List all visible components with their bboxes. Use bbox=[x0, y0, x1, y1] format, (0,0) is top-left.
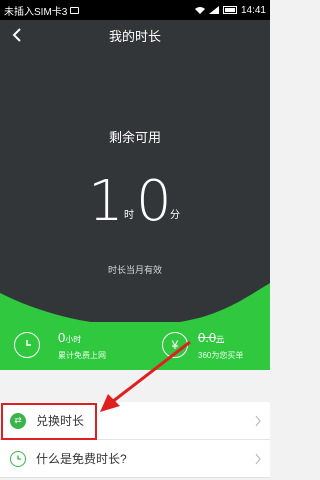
chevron-right-icon bbox=[255, 415, 261, 427]
saved-money-caption: 360为您买单 bbox=[198, 351, 244, 360]
clock-icon bbox=[10, 450, 26, 467]
list-item-label: 兑换时长 bbox=[36, 414, 85, 428]
clock-icon bbox=[14, 332, 40, 358]
list-item-exchange-time[interactable]: ⇄ 兑换时长 bbox=[0, 402, 270, 440]
free-hours-caption: 累计免费上网 bbox=[58, 351, 106, 360]
minutes-unit: 分 bbox=[170, 210, 180, 221]
carrier-text: 未插入SIM卡3 bbox=[4, 6, 68, 18]
hours-unit: 时 bbox=[124, 210, 134, 221]
stats-strip: 0小时 累计免费上网 ¥ 0.0元 360为您买单 bbox=[0, 322, 270, 370]
wifi-icon bbox=[194, 7, 205, 14]
title-bar: 我的时长 bbox=[0, 20, 270, 50]
free-hours-stat: 0小时 累计免费上网 bbox=[14, 328, 138, 366]
signal-icon bbox=[208, 6, 219, 14]
back-button[interactable] bbox=[8, 26, 26, 44]
status-time: 14:41 bbox=[240, 4, 266, 16]
list-item-label: 什么是免费时长? bbox=[36, 452, 127, 466]
exchange-icon: ⇄ bbox=[10, 412, 26, 429]
saved-money-value: 0.0元 bbox=[198, 330, 225, 345]
saved-money-stat: ¥ 0.0元 360为您买单 bbox=[162, 328, 266, 366]
yuan-icon: ¥ bbox=[162, 332, 188, 358]
battery-icon bbox=[222, 6, 237, 14]
summary-panel: 我的时长 剩余可用 1 时 0 分 时长当月有效 bbox=[0, 20, 270, 345]
image-notification-icon bbox=[70, 6, 80, 14]
minutes-value: 0 bbox=[136, 169, 172, 234]
chevron-right-icon bbox=[255, 453, 261, 465]
remaining-time: 1 时 0 分 bbox=[0, 170, 270, 240]
hours-value: 1 bbox=[88, 169, 124, 234]
free-hours-value: 0小时 bbox=[58, 330, 82, 345]
chevron-left-icon bbox=[12, 28, 21, 42]
options-list: ⇄ 兑换时长 什么是免费时长? bbox=[0, 402, 270, 478]
remaining-label: 剩余可用 bbox=[108, 130, 161, 145]
page-title: 我的时长 bbox=[108, 28, 161, 44]
status-bar: 未插入SIM卡3 14:41 bbox=[0, 0, 270, 20]
list-item-free-time-help[interactable]: 什么是免费时长? bbox=[0, 440, 270, 478]
